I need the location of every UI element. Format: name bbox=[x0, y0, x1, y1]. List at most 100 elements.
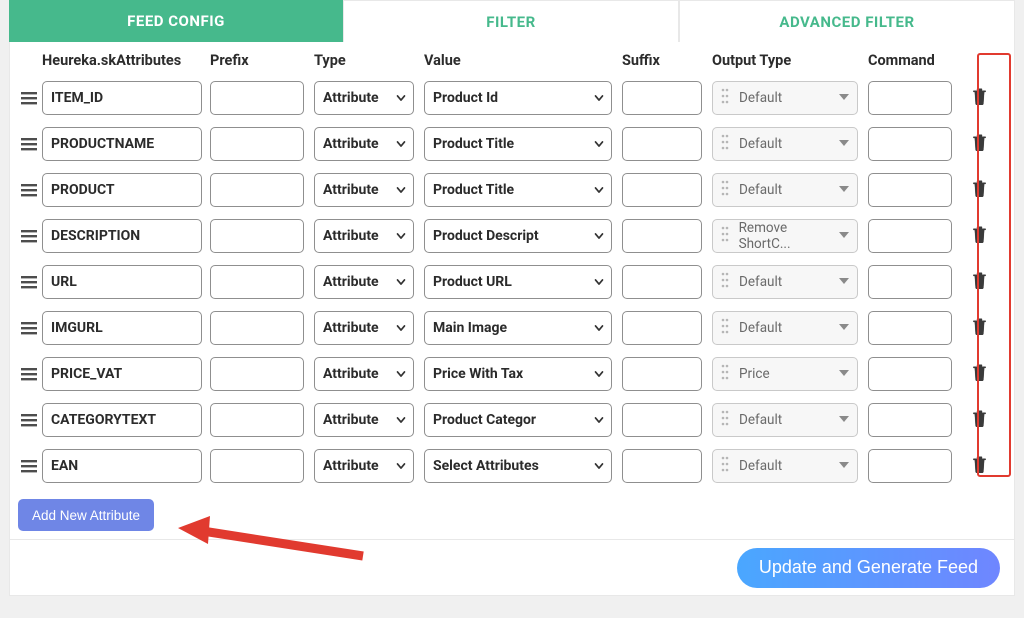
command-input[interactable] bbox=[868, 403, 952, 437]
delete-row-button[interactable] bbox=[972, 90, 987, 109]
type-select[interactable] bbox=[314, 449, 414, 483]
command-input[interactable] bbox=[868, 265, 952, 299]
output-type-select[interactable]: Default bbox=[712, 265, 858, 299]
suffix-input[interactable] bbox=[622, 219, 702, 253]
delete-row-button[interactable] bbox=[972, 228, 987, 247]
output-type-select[interactable]: Default bbox=[712, 173, 858, 207]
add-new-attribute-button[interactable]: Add New Attribute bbox=[18, 499, 154, 531]
suffix-input[interactable] bbox=[622, 357, 702, 391]
prefix-input[interactable] bbox=[210, 265, 304, 299]
value-select[interactable] bbox=[424, 403, 612, 437]
suffix-input[interactable] bbox=[622, 311, 702, 345]
attribute-input[interactable] bbox=[42, 81, 202, 115]
delete-row-button[interactable] bbox=[972, 274, 987, 293]
tab-advanced-filter[interactable]: ADVANCED FILTER bbox=[679, 0, 1015, 42]
type-select[interactable] bbox=[314, 81, 414, 115]
command-input[interactable] bbox=[868, 127, 952, 161]
update-generate-feed-button[interactable]: Update and Generate Feed bbox=[737, 548, 1000, 588]
drag-handle-icon[interactable] bbox=[18, 459, 40, 473]
prefix-input[interactable] bbox=[210, 173, 304, 207]
header-output-type: Output Type bbox=[712, 52, 868, 69]
delete-row-button[interactable] bbox=[972, 320, 987, 339]
delete-row-button[interactable] bbox=[972, 366, 987, 385]
prefix-input[interactable] bbox=[210, 357, 304, 391]
command-input[interactable] bbox=[868, 219, 952, 253]
output-type-label: Default bbox=[739, 90, 782, 106]
output-type-select[interactable]: Price bbox=[712, 357, 858, 391]
command-input[interactable] bbox=[868, 449, 952, 483]
prefix-input[interactable] bbox=[210, 81, 304, 115]
grip-icon bbox=[721, 364, 733, 384]
attribute-input[interactable] bbox=[42, 173, 202, 207]
type-select[interactable] bbox=[314, 265, 414, 299]
prefix-input[interactable] bbox=[210, 311, 304, 345]
drag-handle-icon[interactable] bbox=[18, 367, 40, 381]
type-select[interactable] bbox=[314, 127, 414, 161]
table-row: Default bbox=[18, 259, 1006, 305]
output-type-label: Default bbox=[739, 458, 782, 474]
table-row: Remove ShortC... bbox=[18, 213, 1006, 259]
attribute-input[interactable] bbox=[42, 449, 202, 483]
attribute-input[interactable] bbox=[42, 403, 202, 437]
header-suffix: Suffix bbox=[622, 52, 712, 69]
type-select[interactable] bbox=[314, 311, 414, 345]
caret-down-icon bbox=[839, 182, 849, 198]
output-type-select[interactable]: Default bbox=[712, 127, 858, 161]
delete-row-button[interactable] bbox=[972, 136, 987, 155]
attribute-input[interactable] bbox=[42, 219, 202, 253]
attribute-input[interactable] bbox=[42, 311, 202, 345]
output-type-select[interactable]: Default bbox=[712, 311, 858, 345]
drag-handle-icon[interactable] bbox=[18, 137, 40, 151]
value-select[interactable] bbox=[424, 357, 612, 391]
suffix-input[interactable] bbox=[622, 449, 702, 483]
value-select[interactable] bbox=[424, 173, 612, 207]
drag-handle-icon[interactable] bbox=[18, 413, 40, 427]
type-select[interactable] bbox=[314, 357, 414, 391]
output-type-select[interactable]: Default bbox=[712, 403, 858, 437]
command-input[interactable] bbox=[868, 173, 952, 207]
command-input[interactable] bbox=[868, 81, 952, 115]
drag-handle-icon[interactable] bbox=[18, 91, 40, 105]
prefix-input[interactable] bbox=[210, 219, 304, 253]
attribute-input[interactable] bbox=[42, 357, 202, 391]
suffix-input[interactable] bbox=[622, 81, 702, 115]
delete-row-button[interactable] bbox=[972, 412, 987, 431]
command-input[interactable] bbox=[868, 357, 952, 391]
drag-handle-icon[interactable] bbox=[18, 275, 40, 289]
type-select[interactable] bbox=[314, 219, 414, 253]
prefix-input[interactable] bbox=[210, 403, 304, 437]
suffix-input[interactable] bbox=[622, 403, 702, 437]
drag-handle-icon[interactable] bbox=[18, 321, 40, 335]
prefix-input[interactable] bbox=[210, 127, 304, 161]
prefix-input[interactable] bbox=[210, 449, 304, 483]
value-select[interactable] bbox=[424, 449, 612, 483]
command-input[interactable] bbox=[868, 311, 952, 345]
value-select[interactable] bbox=[424, 265, 612, 299]
value-select[interactable] bbox=[424, 127, 612, 161]
output-type-select[interactable]: Remove ShortC... bbox=[712, 219, 858, 253]
tab-feed-config[interactable]: FEED CONFIG bbox=[9, 0, 343, 42]
type-select[interactable] bbox=[314, 403, 414, 437]
output-type-select[interactable]: Default bbox=[712, 81, 858, 115]
attribute-input[interactable] bbox=[42, 127, 202, 161]
value-select[interactable] bbox=[424, 81, 612, 115]
caret-down-icon bbox=[839, 412, 849, 428]
suffix-input[interactable] bbox=[622, 127, 702, 161]
type-select[interactable] bbox=[314, 173, 414, 207]
drag-handle-icon[interactable] bbox=[18, 183, 40, 197]
suffix-input[interactable] bbox=[622, 173, 702, 207]
header-value: Value bbox=[424, 52, 622, 69]
delete-row-button[interactable] bbox=[972, 458, 987, 477]
output-type-label: Default bbox=[739, 320, 782, 336]
suffix-input[interactable] bbox=[622, 265, 702, 299]
delete-row-button[interactable] bbox=[972, 182, 987, 201]
header-command: Command bbox=[868, 52, 962, 69]
value-select[interactable] bbox=[424, 219, 612, 253]
attribute-input[interactable] bbox=[42, 265, 202, 299]
value-select[interactable] bbox=[424, 311, 612, 345]
tab-filter[interactable]: FILTER bbox=[343, 0, 679, 42]
output-type-label: Remove ShortC... bbox=[739, 220, 839, 252]
output-type-select[interactable]: Default bbox=[712, 449, 858, 483]
footer: Update and Generate Feed bbox=[9, 540, 1015, 596]
drag-handle-icon[interactable] bbox=[18, 229, 40, 243]
